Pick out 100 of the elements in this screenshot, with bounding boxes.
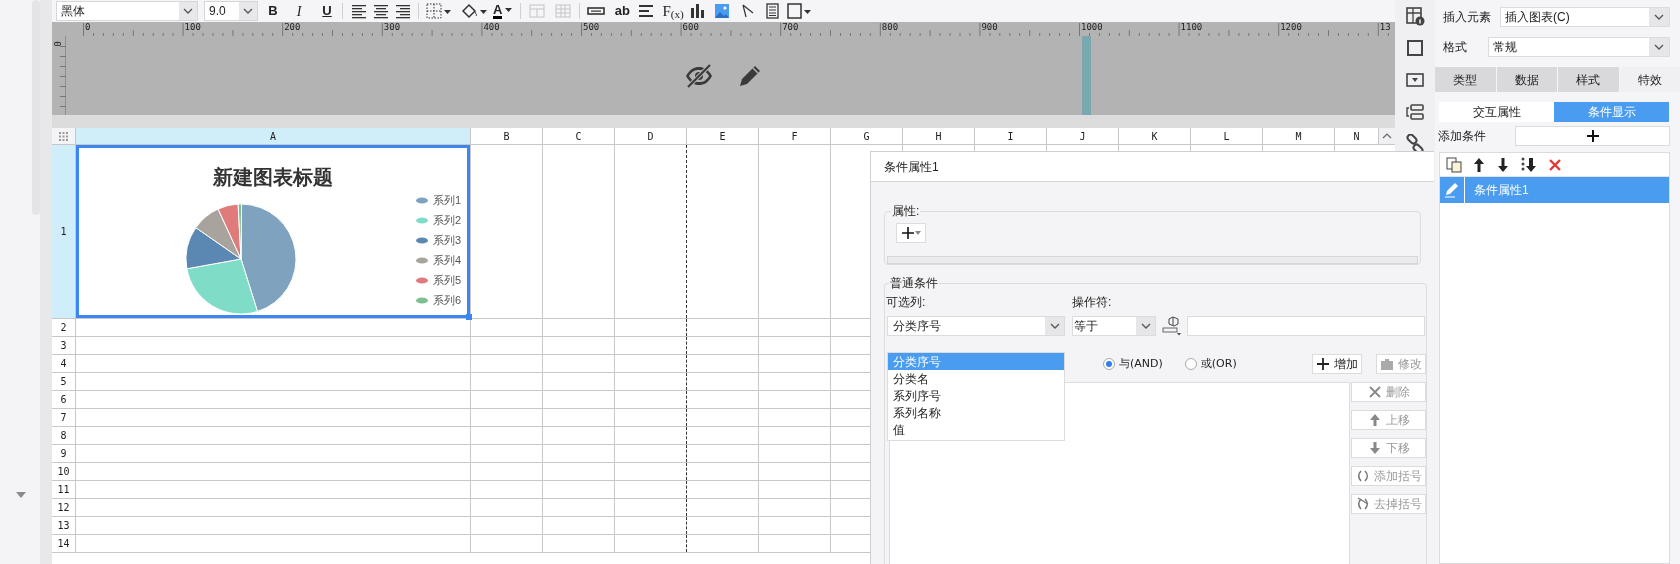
legend-label: 系列1 bbox=[433, 192, 462, 208]
dropdown-box-icon[interactable] bbox=[1405, 70, 1425, 90]
arrow-up-icon[interactable] bbox=[1472, 156, 1486, 173]
format-label: 格式 bbox=[1443, 39, 1468, 56]
align-center-icon bbox=[372, 2, 390, 20]
tab[interactable]: 类型 bbox=[1435, 67, 1496, 92]
tab[interactable]: 数据 bbox=[1496, 67, 1557, 92]
merge-cells-button[interactable] bbox=[527, 1, 548, 21]
border-button[interactable] bbox=[425, 1, 451, 21]
operator-label: 操作符: bbox=[1072, 294, 1112, 311]
parentheses-icon bbox=[1355, 469, 1370, 483]
add-property-button[interactable] bbox=[896, 223, 926, 243]
ruler-label: 200 bbox=[284, 22, 301, 32]
ruler-ticks bbox=[60, 46, 66, 107]
move-to-bottom-icon[interactable] bbox=[1520, 156, 1538, 173]
legend-label: 系列2 bbox=[433, 212, 462, 228]
font-color-button[interactable]: A bbox=[493, 1, 515, 21]
chart-area[interactable]: 新建图表标题 系列1 系列2 系列3 系列4 系列5 系列6 bbox=[76, 145, 470, 318]
chart-title: 新建图表标题 bbox=[212, 165, 334, 190]
split-cells-button[interactable] bbox=[553, 1, 574, 21]
column-header[interactable]: A bbox=[76, 128, 471, 144]
format-select[interactable]: 常规 bbox=[1488, 37, 1670, 57]
frame-icon[interactable] bbox=[1405, 38, 1425, 58]
dropdown-option[interactable]: 分类名 bbox=[888, 370, 1064, 387]
ruler-label: 300 bbox=[383, 22, 401, 32]
dropdown-list[interactable]: 分类序号 分类名 系列序号 系列名称 值 bbox=[887, 352, 1065, 441]
eye-slash-icon[interactable] bbox=[683, 62, 714, 89]
grid-icon bbox=[554, 2, 573, 20]
insert-element-label: 插入元素 bbox=[1443, 9, 1492, 26]
dialog-title: 条件属性1 bbox=[884, 158, 939, 176]
fill-color-button[interactable] bbox=[459, 1, 487, 21]
insert-element-select[interactable]: 插入图表(C) bbox=[1500, 7, 1670, 27]
radio-button[interactable] bbox=[1184, 358, 1197, 370]
underline-button[interactable]: U bbox=[317, 1, 337, 21]
font-size-select[interactable]: 9.0 bbox=[204, 1, 258, 21]
column-select[interactable]: 分类序号 bbox=[887, 316, 1065, 336]
border-grid-icon bbox=[425, 2, 451, 20]
horizontal-scrollbar[interactable] bbox=[887, 256, 1418, 264]
select-all-icon[interactable] bbox=[59, 131, 68, 141]
frame-icon bbox=[785, 2, 812, 20]
diagonal-line-icon bbox=[741, 4, 754, 18]
ruler-label: 13 bbox=[1379, 22, 1391, 32]
close-icon[interactable] bbox=[1548, 157, 1562, 172]
ruler-label: 100 bbox=[184, 22, 201, 32]
caret-down-icon[interactable] bbox=[16, 492, 26, 498]
copy-icon[interactable] bbox=[1446, 156, 1462, 173]
layout-icon[interactable] bbox=[1405, 102, 1425, 122]
scroll-up-button[interactable] bbox=[1379, 128, 1395, 144]
ruler-label: 600 bbox=[682, 22, 699, 32]
value-field[interactable] bbox=[1187, 316, 1425, 336]
table-info-icon[interactable] bbox=[1405, 6, 1425, 26]
tab[interactable]: 样式 bbox=[1558, 67, 1619, 92]
plus-icon bbox=[1316, 357, 1330, 371]
radio-option[interactable]: 或(OR) bbox=[1184, 355, 1237, 373]
tab[interactable]: 特效 bbox=[1619, 67, 1680, 92]
parentheses-icon bbox=[1355, 497, 1370, 511]
table-icon bbox=[528, 2, 547, 20]
common-conditions-label: 普通条件 bbox=[889, 275, 939, 292]
arrow-down-icon[interactable] bbox=[1496, 156, 1510, 173]
tab[interactable]: 交互属性 bbox=[1439, 102, 1554, 122]
add-button[interactable]: 增加 bbox=[1312, 354, 1362, 374]
arrow-up-icon bbox=[1367, 413, 1382, 427]
arrow-down-icon bbox=[1367, 441, 1382, 455]
paint-bucket-icon bbox=[459, 2, 487, 20]
close-icon bbox=[1367, 385, 1382, 399]
ruler-label: 500 bbox=[583, 22, 600, 32]
ruler-label: 0 bbox=[51, 41, 62, 47]
formula-button[interactable]: F$_{(x)}$ bbox=[662, 1, 684, 21]
column-marker[interactable] bbox=[1082, 36, 1091, 115]
row-header[interactable]: 1 bbox=[52, 145, 76, 318]
italic-button[interactable]: I bbox=[289, 1, 309, 21]
ruler-label: 800 bbox=[881, 22, 899, 32]
frame-button[interactable] bbox=[785, 1, 812, 21]
add-condition-label: 添加条件 bbox=[1438, 128, 1487, 145]
plus-icon bbox=[1586, 130, 1599, 142]
dropdown-option[interactable]: 系列名称 bbox=[888, 404, 1064, 421]
ruler-label: 400 bbox=[483, 22, 500, 32]
ruler-label: 1200 bbox=[1280, 22, 1302, 32]
radio-button[interactable] bbox=[1103, 358, 1115, 370]
align-left-icon bbox=[350, 2, 368, 20]
dropdown-option[interactable]: 值 bbox=[888, 421, 1064, 438]
legend-label: 系列6 bbox=[433, 292, 462, 308]
column-label: 可选列: bbox=[886, 294, 927, 311]
ruler-label: 1100 bbox=[1180, 22, 1203, 32]
operator-select[interactable]: 等于 bbox=[1072, 316, 1156, 336]
ruler-label: 900 bbox=[981, 22, 998, 32]
resize-handle[interactable] bbox=[466, 314, 472, 320]
link-icon[interactable] bbox=[1405, 134, 1425, 154]
bar-chart-icon bbox=[688, 2, 707, 20]
ruler-label: 0 bbox=[85, 22, 91, 32]
ruler-label: 1000 bbox=[1081, 22, 1103, 32]
bold-button[interactable]: B bbox=[263, 1, 283, 21]
font-select[interactable]: 黑体 bbox=[56, 1, 198, 21]
radio-option[interactable]: 与(AND) bbox=[1103, 355, 1163, 373]
lines-icon bbox=[637, 2, 656, 20]
caret-up-icon bbox=[1382, 133, 1392, 139]
dropdown-option[interactable]: 系列序号 bbox=[888, 387, 1064, 404]
legend-label: 系列4 bbox=[433, 252, 462, 268]
text-button[interactable]: ab bbox=[612, 1, 633, 21]
abc-formula-icon[interactable] bbox=[1162, 316, 1182, 336]
